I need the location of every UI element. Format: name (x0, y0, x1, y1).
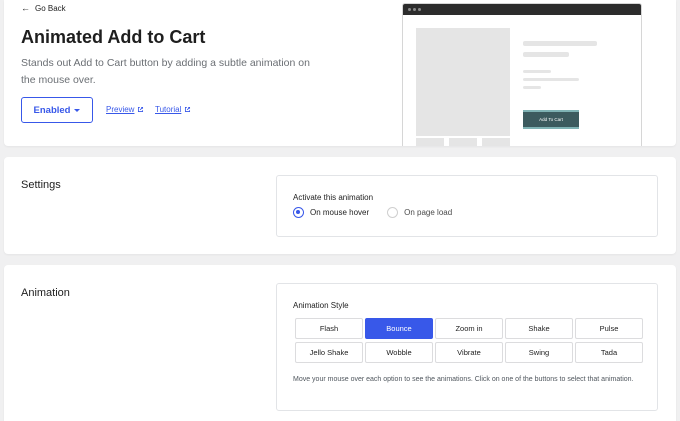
go-back-link[interactable]: ← Go Back (21, 3, 66, 14)
text-placeholder (523, 78, 579, 81)
tutorial-label: Tutorial (155, 105, 182, 114)
animation-option-zoom-in[interactable]: Zoom in (435, 318, 503, 339)
animation-style-grid: Flash Bounce Zoom in Shake Pulse Jello S… (295, 318, 643, 363)
text-placeholder (523, 70, 551, 73)
browser-bar (403, 4, 641, 15)
animation-option-jello-shake[interactable]: Jello Shake (295, 342, 363, 363)
radio-checked-icon (293, 207, 304, 218)
text-placeholder (523, 41, 597, 46)
product-image-placeholder (416, 28, 510, 136)
animation-panel: Animation Style Flash Bounce Zoom in Sha… (276, 283, 658, 411)
radio-label: On mouse hover (310, 208, 370, 217)
text-placeholder (523, 52, 569, 57)
animation-option-vibrate[interactable]: Vibrate (435, 342, 503, 363)
animation-option-tada[interactable]: Tada (575, 342, 643, 363)
caret-down-icon (74, 108, 81, 112)
activation-radio-group: On mouse hover On page load (293, 207, 452, 218)
window-dot-icon (418, 8, 421, 11)
radio-label: On page load (404, 208, 453, 217)
thumbnail-placeholder (416, 138, 444, 146)
radio-on-page-load[interactable]: On page load (387, 207, 452, 218)
preview-label: Preview (106, 105, 135, 114)
settings-section-title: Settings (21, 179, 61, 191)
animation-help-text: Move your mouse over each option to see … (293, 376, 634, 383)
arrow-left-icon: ← (21, 3, 30, 13)
thumbnail-placeholder (482, 138, 510, 146)
radio-on-mouse-hover[interactable]: On mouse hover (293, 207, 369, 218)
animation-option-swing[interactable]: Swing (505, 342, 573, 363)
animation-style-label: Animation Style (293, 301, 349, 310)
page-title: Animated Add to Cart (21, 27, 206, 47)
feature-header-card: ← Go Back Animated Add to Cart Stands ou… (4, 0, 676, 146)
activation-field-label: Activate this animation (293, 193, 374, 202)
animation-option-wobble[interactable]: Wobble (365, 342, 433, 363)
external-link-icon (184, 106, 191, 113)
animation-card: Animation Animation Style Flash Bounce Z… (4, 265, 676, 421)
animation-section-title: Animation (21, 287, 70, 299)
settings-panel: Activate this animation On mouse hover O… (276, 175, 658, 237)
animation-option-shake[interactable]: Shake (505, 318, 573, 339)
mock-add-to-cart-button: Add To Cart (523, 112, 579, 127)
settings-card: Settings Activate this animation On mous… (4, 157, 676, 254)
animation-option-bounce[interactable]: Bounce (365, 318, 433, 339)
animation-option-pulse[interactable]: Pulse (575, 318, 643, 339)
status-label: Enabled (33, 104, 71, 116)
go-back-label: Go Back (35, 4, 66, 13)
status-dropdown-button[interactable]: Enabled (21, 97, 93, 123)
external-link-icon (137, 106, 144, 113)
animation-option-flash[interactable]: Flash (295, 318, 363, 339)
page-description: Stands out Add to Cart button by adding … (21, 57, 310, 86)
window-dot-icon (413, 8, 416, 11)
text-placeholder (523, 86, 541, 89)
tutorial-link[interactable]: Tutorial (155, 105, 191, 114)
preview-link[interactable]: Preview (106, 105, 144, 114)
preview-illustration: Add To Cart (402, 3, 642, 146)
thumbnail-placeholder (449, 138, 477, 146)
window-dot-icon (408, 8, 411, 11)
radio-unchecked-icon (387, 207, 399, 218)
